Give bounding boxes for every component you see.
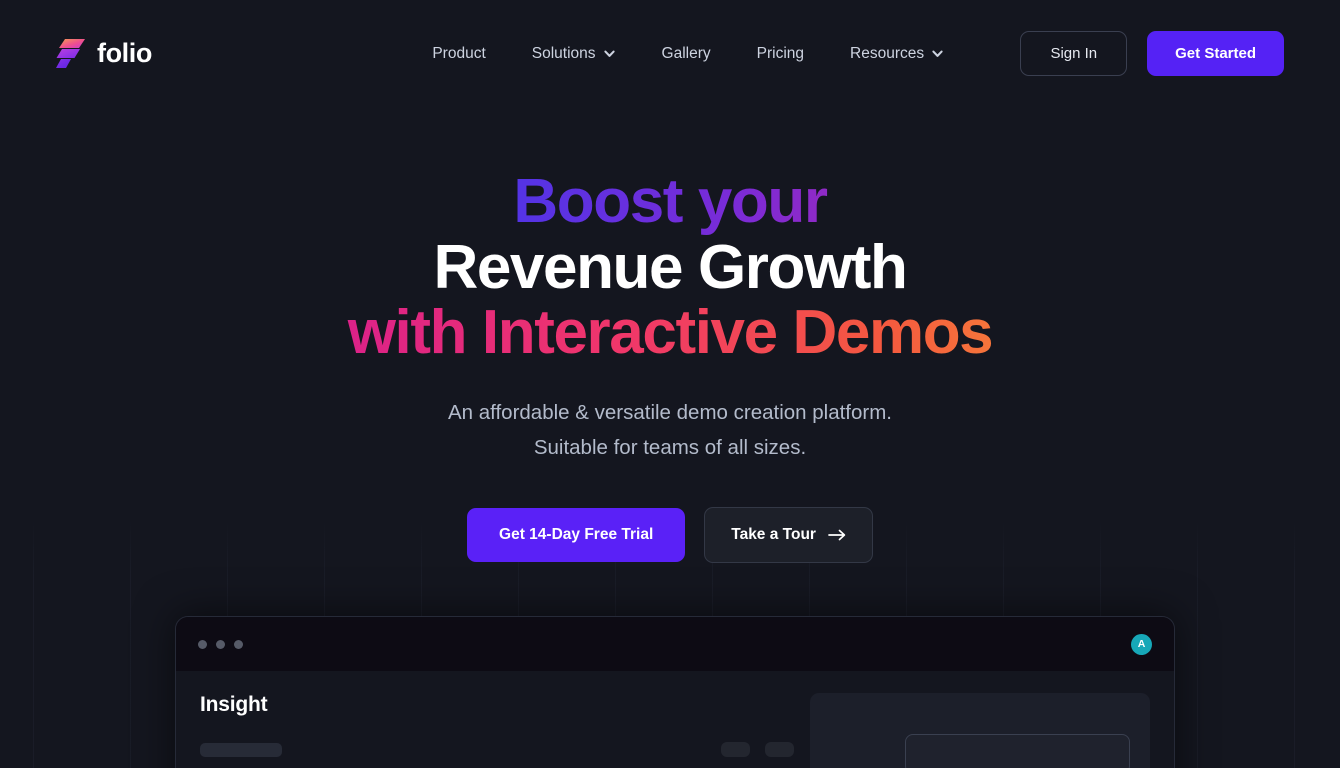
window-dot-minimize-icon[interactable] — [216, 639, 225, 649]
preview-titlebar: A — [176, 617, 1174, 671]
hero-section: Boost your Revenue Growth with Interacti… — [0, 107, 1340, 563]
arrow-right-icon — [828, 529, 846, 541]
skeleton-label — [200, 742, 282, 757]
nav-item-product[interactable]: Product — [409, 35, 508, 73]
landing-page: folio Product Solutions Gallery Pricing … — [0, 0, 1340, 768]
site-header: folio Product Solutions Gallery Pricing … — [0, 0, 1340, 107]
window-dot-close-icon[interactable] — [198, 639, 207, 649]
skeleton-side-box — [905, 734, 1130, 768]
nav-item-label: Solutions — [531, 44, 596, 62]
folio-logo-mark-icon — [56, 37, 86, 71]
preview-panel-title: Insight — [200, 693, 268, 716]
nav-item-resources[interactable]: Resources — [827, 35, 967, 73]
primary-navigation: Product Solutions Gallery Pricing Resour… — [356, 35, 1020, 73]
brand-name: folio — [97, 38, 152, 68]
brand-logo[interactable]: folio — [56, 37, 356, 71]
take-a-tour-label: Take a Tour — [731, 525, 816, 543]
headline-line-1: Boost your — [0, 169, 1340, 235]
nav-item-pricing[interactable]: Pricing — [734, 35, 827, 73]
hero-subtitle-line-2: Suitable for teams of all sizes. — [533, 436, 807, 460]
nav-item-label: Pricing — [756, 44, 805, 62]
get-free-trial-button[interactable]: Get 14-Day Free Trial — [467, 507, 686, 562]
nav-item-solutions[interactable]: Solutions — [509, 35, 639, 73]
app-preview-window: A Insight — [175, 616, 1175, 768]
preview-main-panel: Insight — [200, 693, 794, 768]
get-started-button[interactable]: Get Started — [1147, 31, 1284, 76]
hero-subtitle: An affordable & versatile demo creation … — [0, 395, 1340, 466]
skeleton-pill[interactable] — [721, 742, 750, 757]
skeleton-pill-group — [721, 742, 794, 757]
chevron-down-icon — [603, 47, 616, 60]
page-title: Boost your Revenue Growth with Interacti… — [0, 169, 1340, 366]
preview-side-panel — [810, 693, 1150, 768]
nav-item-label: Resources — [850, 44, 925, 62]
preview-body: Insight — [176, 671, 1174, 768]
nav-item-label: Product — [432, 44, 486, 62]
window-controls — [198, 639, 243, 649]
auth-actions: Sign In Get Started — [1020, 31, 1284, 76]
headline-line-2: Revenue Growth — [433, 232, 907, 302]
nav-item-gallery[interactable]: Gallery — [639, 35, 734, 73]
hero-cta-row: Get 14-Day Free Trial Take a Tour — [0, 506, 1340, 563]
hero-subtitle-line-1: An affordable & versatile demo creation … — [447, 401, 893, 425]
skeleton-pill[interactable] — [765, 742, 794, 757]
sign-in-button[interactable]: Sign In — [1020, 31, 1128, 76]
take-a-tour-button[interactable]: Take a Tour — [704, 506, 873, 563]
window-dot-maximize-icon[interactable] — [234, 639, 243, 649]
preview-toolbar — [200, 742, 794, 757]
chevron-down-icon — [931, 47, 944, 60]
avatar[interactable]: A — [1131, 633, 1152, 655]
headline-line-3: with Interactive Demos — [0, 300, 1340, 366]
nav-item-label: Gallery — [661, 44, 711, 62]
